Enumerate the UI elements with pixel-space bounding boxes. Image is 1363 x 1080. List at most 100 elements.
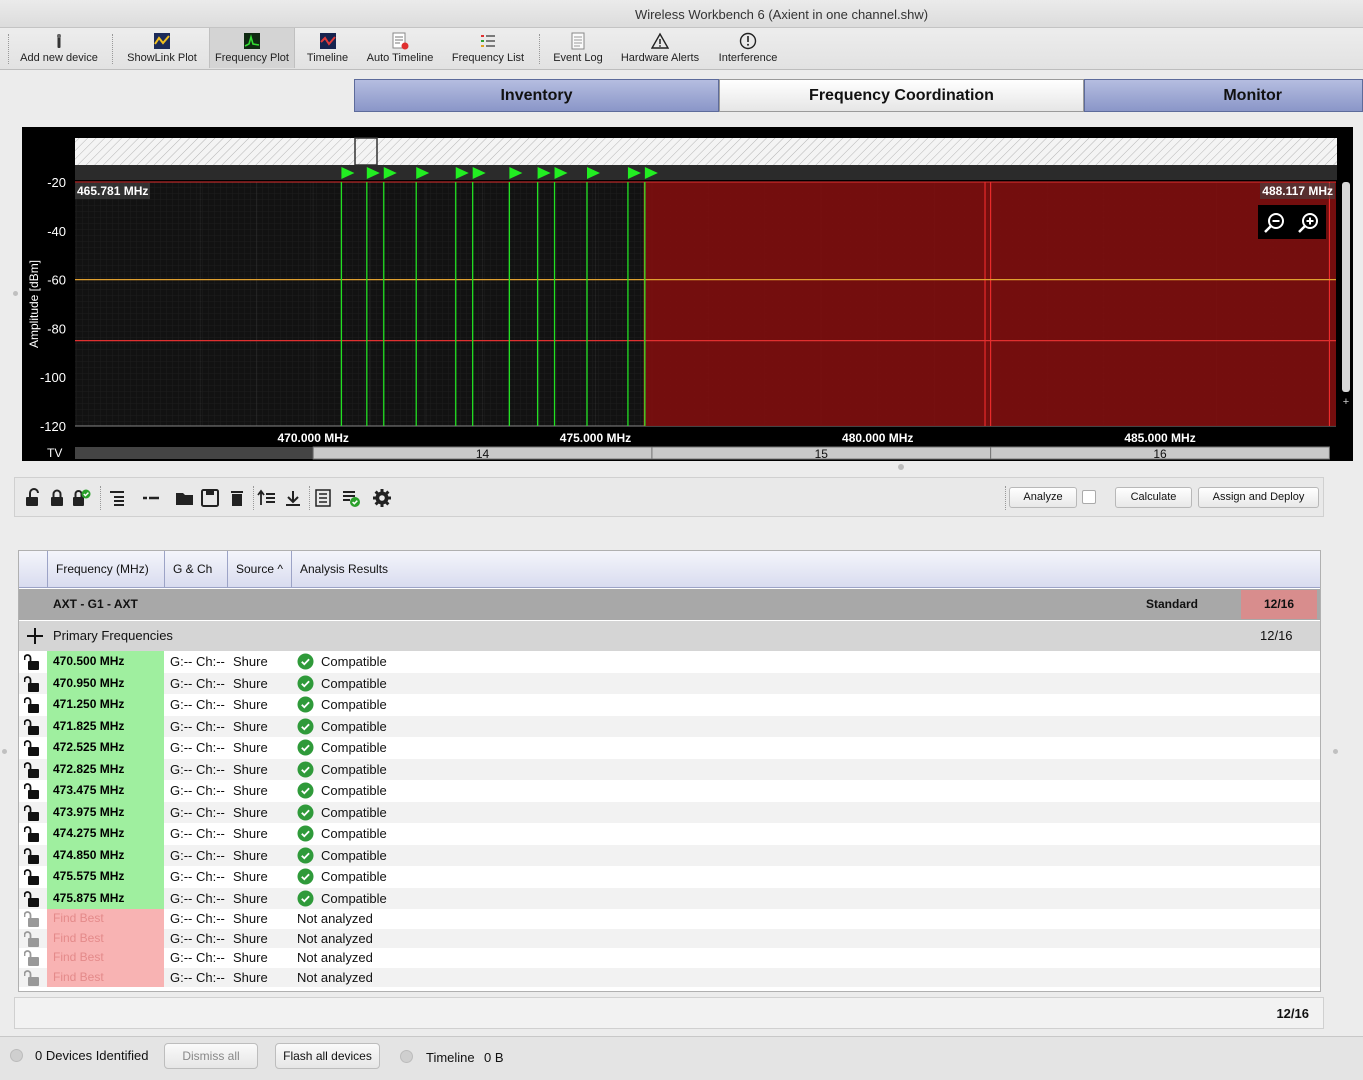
frequency-cell[interactable]: Find Best (47, 928, 164, 948)
sort-list-icon[interactable] (257, 488, 277, 508)
dismiss-all-button[interactable]: Dismiss all (164, 1043, 258, 1069)
table-row[interactable]: Find Best G:-- Ch:-- Shure Not analyzed (19, 928, 1320, 948)
group-channel-cell[interactable]: G:-- Ch:-- (170, 676, 225, 691)
unlock-icon[interactable] (24, 930, 40, 947)
unlock-icon[interactable] (24, 697, 40, 713)
unlock-icon[interactable] (24, 783, 40, 799)
frequency-cell[interactable]: 471.250 MHz (47, 694, 164, 716)
lock-icon[interactable] (47, 488, 67, 508)
group-channel-cell[interactable]: G:-- Ch:-- (170, 697, 225, 712)
flash-all-devices-button[interactable]: Flash all devices (275, 1043, 380, 1069)
left-resize-handle[interactable] (13, 291, 18, 296)
frequency-cell[interactable]: 471.825 MHz (47, 715, 164, 737)
lock-compatible-icon[interactable] (71, 488, 91, 508)
table-row[interactable]: 474.850 MHz G:-- Ch:-- Shure Compatible (19, 844, 1320, 866)
auto-timeline-button[interactable]: Auto Timeline (361, 28, 439, 68)
table-row[interactable]: 472.825 MHz G:-- Ch:-- Shure Compatible (19, 758, 1320, 780)
add-new-device-button[interactable]: Add new device (14, 28, 104, 68)
column-header-source[interactable]: Source ^ (228, 551, 292, 588)
frequency-cell[interactable]: 474.275 MHz (47, 823, 164, 845)
unlock-icon[interactable] (24, 826, 40, 842)
frequency-cell[interactable]: 472.525 MHz (47, 737, 164, 759)
table-row[interactable]: 473.475 MHz G:-- Ch:-- Shure Compatible (19, 780, 1320, 802)
table-row[interactable]: 471.825 MHz G:-- Ch:-- Shure Compatible (19, 715, 1320, 737)
group-channel-cell[interactable]: G:-- Ch:-- (170, 740, 225, 755)
unlock-icon[interactable] (24, 869, 40, 885)
frequency-plot[interactable]: -20 -40 -60 -80 -100 -120 Amplitude [dBm] 470.0… (22, 127, 1353, 461)
frequency-cell[interactable]: Find Best (47, 967, 164, 987)
group-channel-cell[interactable]: G:-- Ch:-- (170, 783, 225, 798)
left-side-handle[interactable] (2, 749, 7, 754)
tab-frequency-coordination[interactable]: Frequency Coordination (719, 79, 1084, 112)
unlock-icon[interactable] (24, 911, 40, 927)
table-row[interactable]: 472.525 MHz G:-- Ch:-- Shure Compatible (19, 737, 1320, 759)
table-row[interactable]: 470.950 MHz G:-- Ch:-- Shure Compatible (19, 672, 1320, 694)
group-channel-cell[interactable]: G:-- Ch:-- (170, 970, 225, 985)
unlock-icon[interactable] (24, 761, 40, 778)
group-channel-cell[interactable]: G:-- Ch:-- (170, 950, 225, 965)
group-channel-cell[interactable]: G:-- Ch:-- (170, 931, 225, 946)
column-header-group-channel[interactable]: G & Ch (165, 551, 228, 588)
group-channel-cell[interactable]: G:-- Ch:-- (170, 869, 225, 884)
column-header-lock[interactable] (19, 551, 48, 588)
frequency-cell[interactable]: Find Best (47, 909, 164, 929)
table-row[interactable]: Find Best G:-- Ch:-- Shure Not analyzed (19, 909, 1320, 929)
unlock-icon[interactable] (24, 847, 40, 864)
expand-plus-icon[interactable] (25, 626, 45, 646)
analyze-button[interactable]: Analyze (1009, 487, 1077, 508)
frequency-cell[interactable]: 475.575 MHz (47, 866, 164, 888)
save-icon[interactable] (200, 488, 220, 508)
group-channel-cell[interactable]: G:-- Ch:-- (170, 826, 225, 841)
table-row[interactable]: 473.975 MHz G:-- Ch:-- Shure Compatible (19, 801, 1320, 823)
hardware-alerts-button[interactable]: Hardware Alerts (615, 28, 705, 68)
resize-handle[interactable] (898, 464, 904, 470)
group-row[interactable]: AXT - G1 - AXT Standard 12/16 (19, 589, 1320, 620)
frequency-plot-button[interactable]: Frequency Plot (209, 28, 295, 68)
group-channel-cell[interactable]: G:-- Ch:-- (170, 911, 225, 926)
group-channel-cell[interactable]: G:-- Ch:-- (170, 654, 225, 669)
unlock-icon[interactable] (24, 718, 40, 735)
group-channel-cell[interactable]: G:-- Ch:-- (170, 762, 225, 777)
column-header-analysis-results[interactable]: Analysis Results (292, 551, 1320, 588)
list-view-icon[interactable] (313, 488, 333, 508)
frequency-cell[interactable]: 473.975 MHz (47, 801, 164, 823)
compatible-list-icon[interactable] (341, 488, 361, 508)
table-row[interactable]: 475.875 MHz G:-- Ch:-- Shure Compatible (19, 887, 1320, 909)
primary-frequencies-row[interactable]: Primary Frequencies 12/16 (19, 621, 1320, 651)
calculate-button[interactable]: Calculate (1115, 487, 1192, 508)
unlock-icon[interactable] (24, 804, 40, 821)
interference-button[interactable]: Interference (713, 28, 783, 68)
frequency-cell[interactable]: 474.850 MHz (47, 844, 164, 866)
unlock-icon[interactable] (24, 654, 40, 670)
frequency-cell[interactable]: 470.500 MHz (47, 651, 164, 673)
download-icon[interactable] (283, 488, 303, 508)
event-log-button[interactable]: Event Log (547, 28, 609, 68)
table-row[interactable]: 474.275 MHz G:-- Ch:-- Shure Compatible (19, 823, 1320, 845)
frequency-cell[interactable]: 472.825 MHz (47, 758, 164, 780)
unlock-icon[interactable] (24, 950, 40, 966)
group-channel-cell[interactable]: G:-- Ch:-- (170, 848, 225, 863)
settings-gear-icon[interactable] (372, 488, 392, 508)
frequency-cell[interactable]: 470.950 MHz (47, 672, 164, 694)
frequency-list-button[interactable]: Frequency List (448, 28, 528, 68)
zoom-out-button[interactable] (1262, 210, 1288, 236)
zoom-in-button[interactable] (1296, 210, 1322, 236)
assign-and-deploy-button[interactable]: Assign and Deploy (1198, 487, 1319, 508)
showlink-plot-button[interactable]: ShowLink Plot (120, 28, 204, 68)
group-channel-cell[interactable]: G:-- Ch:-- (170, 719, 225, 734)
tab-inventory[interactable]: Inventory (354, 79, 719, 112)
unlock-icon[interactable] (24, 675, 40, 692)
unlock-icon[interactable] (24, 740, 40, 756)
frequency-cell[interactable]: 475.875 MHz (47, 887, 164, 909)
group-channel-cell[interactable]: G:-- Ch:-- (170, 805, 225, 820)
table-row[interactable]: Find Best G:-- Ch:-- Shure Not analyzed (19, 967, 1320, 987)
tab-monitor[interactable]: Monitor (1084, 79, 1363, 112)
timeline-button[interactable]: Timeline (300, 28, 355, 68)
unlock-icon[interactable] (24, 969, 40, 986)
unlock-icon[interactable] (23, 488, 43, 508)
frequency-cell[interactable]: 473.475 MHz (47, 780, 164, 802)
right-side-handle[interactable] (1333, 749, 1338, 754)
plot-canvas[interactable]: -20 -40 -60 -80 -100 -120 Amplitude [dBm] 470.0… (22, 127, 1353, 461)
delete-icon[interactable] (227, 488, 247, 508)
analyze-checkbox[interactable] (1082, 490, 1096, 504)
